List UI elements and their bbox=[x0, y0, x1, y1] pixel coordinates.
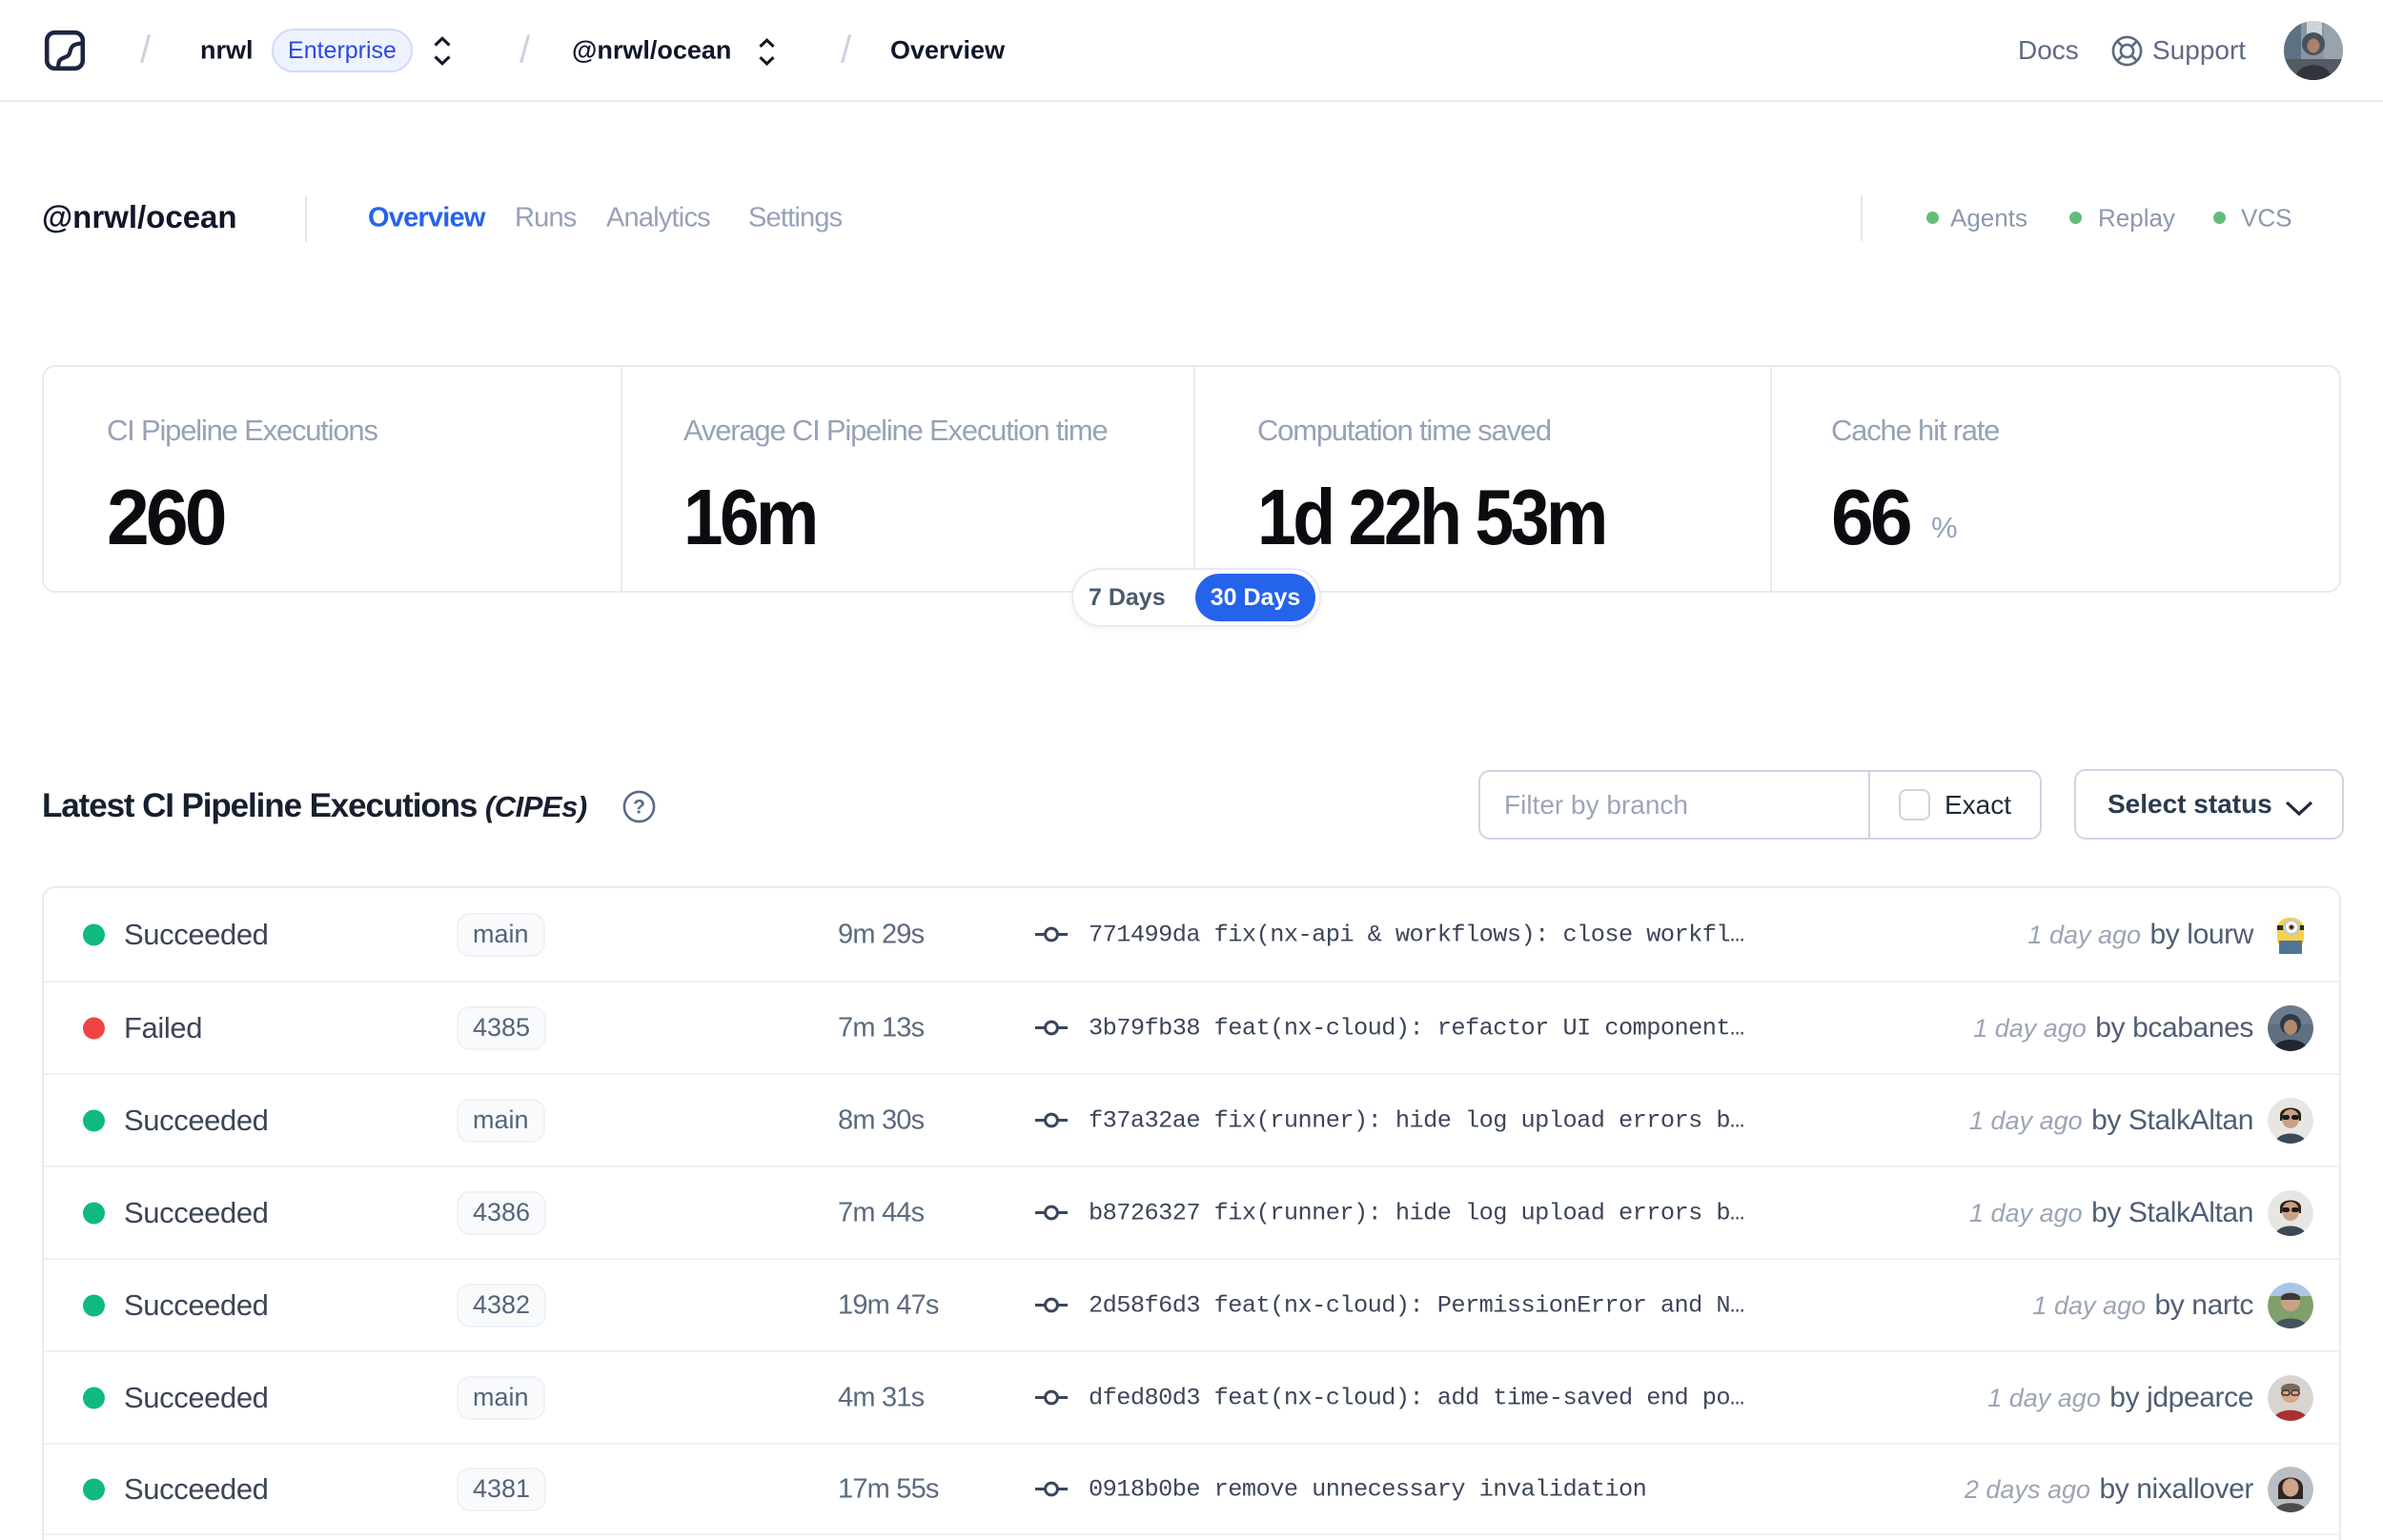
svg-text:?: ? bbox=[633, 797, 645, 819]
